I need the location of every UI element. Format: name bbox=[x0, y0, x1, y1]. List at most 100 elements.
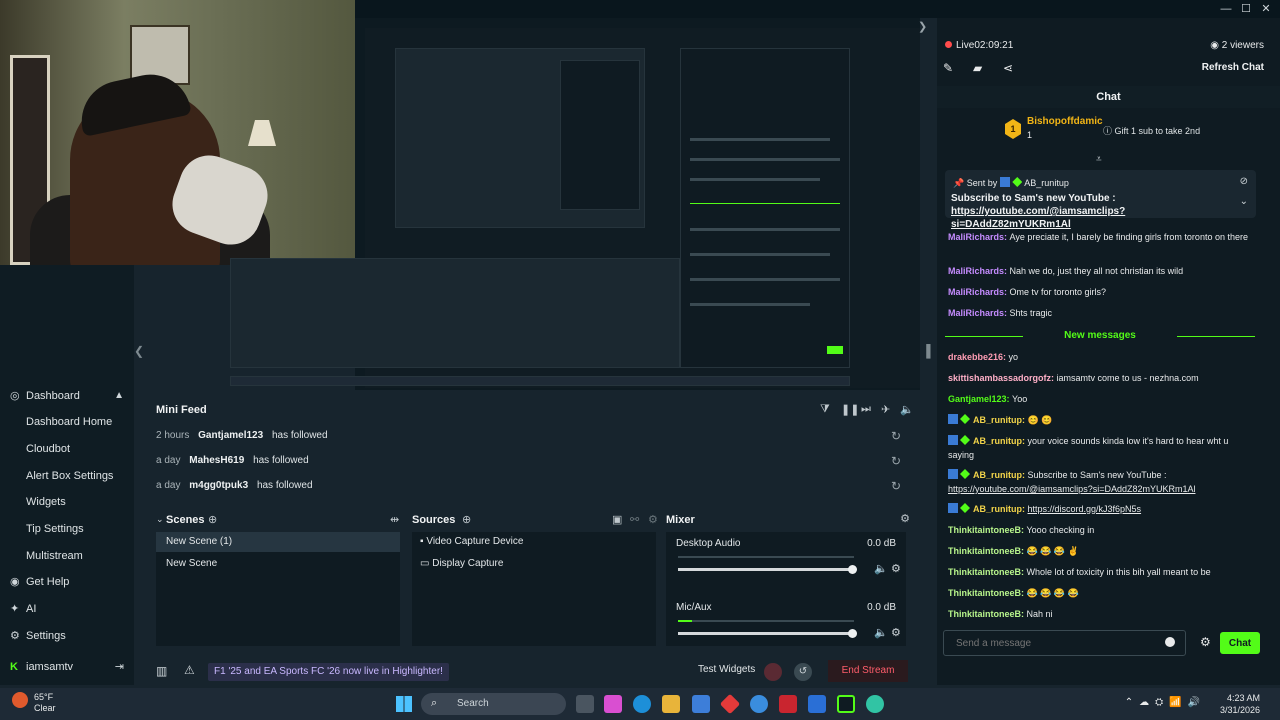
chat-username[interactable]: AB_runitup: bbox=[973, 415, 1028, 425]
app-icon[interactable] bbox=[719, 693, 741, 715]
stream-preview[interactable] bbox=[230, 18, 920, 390]
chat-username[interactable]: MaliRichards: bbox=[948, 287, 1010, 297]
source-item[interactable]: ▭ Display Capture bbox=[420, 558, 503, 569]
task-view-icon[interactable] bbox=[576, 695, 594, 713]
sidebar-user[interactable]: K iamsamtv ⇥ bbox=[0, 654, 134, 680]
link-icon[interactable]: ⚯ bbox=[630, 513, 639, 526]
chat-username[interactable]: Gantjamel123: bbox=[948, 394, 1012, 404]
source-item[interactable]: ▪ Video Capture Device bbox=[420, 536, 523, 547]
chat-username[interactable]: ThinkitaintoneeB: bbox=[948, 525, 1027, 535]
filter-icon[interactable]: ⧩ bbox=[820, 403, 830, 416]
gear-icon[interactable]: ⚙ bbox=[891, 562, 901, 575]
sidebar-item-ai[interactable]: ✦ AI bbox=[0, 596, 134, 622]
gear-icon[interactable]: ⚙ bbox=[891, 626, 901, 639]
chat-username[interactable]: ThinkitaintoneeB: bbox=[948, 588, 1027, 598]
settings-icon[interactable]: ⚙ bbox=[648, 513, 658, 526]
clock[interactable]: 4:23 AM 3/31/2026 bbox=[1220, 692, 1260, 716]
copilot-icon[interactable] bbox=[604, 695, 622, 713]
scene-transition-icon[interactable]: ⇹ bbox=[390, 513, 399, 526]
sidebar-item-settings[interactable]: ⚙ Settings bbox=[0, 623, 134, 649]
maximize-button[interactable]: ☐ bbox=[1236, 2, 1256, 16]
record-button[interactable] bbox=[764, 663, 782, 681]
speaker-icon[interactable]: 🔈 bbox=[874, 562, 888, 575]
add-scene-icon[interactable]: ⊕ bbox=[208, 513, 217, 526]
streamlabs-icon[interactable] bbox=[837, 695, 855, 713]
edit-icon[interactable]: ✎ bbox=[943, 61, 953, 75]
test-widgets-label[interactable]: Test Widgets bbox=[698, 664, 755, 675]
chat-username[interactable]: AB_runitup: bbox=[973, 470, 1028, 480]
replay-icon[interactable]: ↻ bbox=[891, 475, 901, 497]
chat-username[interactable]: drakebbe216: bbox=[948, 352, 1009, 362]
chat-username[interactable]: AB_runitup: bbox=[973, 436, 1028, 446]
resize-handle-icon[interactable]: ▐ bbox=[922, 344, 931, 358]
chevron-down-icon[interactable]: ⌄ bbox=[156, 514, 164, 525]
file-explorer-icon[interactable] bbox=[662, 695, 680, 713]
minimize-button[interactable]: — bbox=[1216, 2, 1236, 16]
close-button[interactable]: ✕ bbox=[1256, 2, 1276, 16]
chat-message-input[interactable] bbox=[943, 630, 1186, 656]
share-icon[interactable]: ⋖ bbox=[1003, 61, 1013, 75]
chat-settings-icon[interactable]: ⚙ bbox=[1200, 635, 1211, 649]
system-tray[interactable]: ⌃☁⛭📶🔊 bbox=[1125, 697, 1206, 708]
replay-icon[interactable]: ↻ bbox=[891, 450, 901, 472]
windows-start-icon[interactable] bbox=[396, 696, 412, 712]
end-stream-button[interactable]: End Stream bbox=[828, 660, 908, 682]
taskbar-search[interactable]: Search bbox=[421, 693, 566, 715]
refresh-chat-button[interactable]: Refresh Chat bbox=[1202, 62, 1264, 73]
replay-buffer-icon[interactable]: ↺ bbox=[794, 663, 812, 681]
chat-username[interactable]: MaliRichards: bbox=[948, 308, 1010, 318]
chevron-up-icon[interactable]: ▲ bbox=[114, 383, 124, 409]
sidebar-item-tip-settings[interactable]: Tip Settings bbox=[0, 516, 134, 542]
stats-icon[interactable]: ▥ bbox=[156, 664, 167, 678]
alert-icon[interactable]: ⚠ bbox=[184, 663, 195, 677]
chrome-icon[interactable] bbox=[750, 695, 768, 713]
chat-username[interactable]: ThinkitaintoneeB: bbox=[948, 546, 1027, 556]
weather-widget[interactable]: 65°F Clear bbox=[10, 692, 70, 714]
sidebar-item-cloudbot[interactable]: Cloudbot bbox=[0, 436, 134, 462]
scene-item[interactable]: New Scene (1) bbox=[156, 532, 400, 552]
highlighter-banner[interactable]: F1 '25 and EA Sports FC '26 now live in … bbox=[208, 663, 449, 681]
collapse-left-icon[interactable]: ❮ bbox=[134, 344, 144, 358]
sidebar-item-alert-box-settings[interactable]: Alert Box Settings bbox=[0, 463, 134, 489]
expand-icon[interactable]: ⩡ bbox=[1096, 154, 1102, 165]
volume-slider[interactable] bbox=[678, 565, 857, 574]
slider-knob[interactable] bbox=[848, 565, 857, 574]
slider-knob[interactable] bbox=[848, 629, 857, 638]
sidebar-item-multistream[interactable]: Multistream bbox=[0, 543, 134, 569]
unpin-icon[interactable]: ⊘ bbox=[1240, 176, 1248, 187]
sidebar-item-get-help[interactable]: ◉ Get Help bbox=[0, 569, 134, 595]
logout-icon[interactable]: ⇥ bbox=[115, 654, 124, 680]
collapse-chat-icon[interactable]: ❯ bbox=[918, 20, 934, 36]
add-source-icon[interactable]: ⊕ bbox=[462, 513, 471, 526]
speaker-icon[interactable]: 🔈 bbox=[874, 626, 888, 639]
app-icon[interactable] bbox=[866, 695, 884, 713]
replay-icon[interactable]: ↻ bbox=[891, 425, 901, 447]
chat-send-button[interactable]: Chat bbox=[1220, 632, 1260, 654]
chat-username[interactable]: AB_runitup: bbox=[973, 504, 1028, 514]
mixer-settings-icon[interactable]: ⚙ bbox=[900, 512, 910, 525]
mute-alerts-icon[interactable]: ✈ bbox=[881, 403, 890, 416]
chat-link[interactable]: https://youtube.com/@iamsamclips?si=DAdd… bbox=[948, 484, 1195, 494]
app-icon[interactable] bbox=[808, 695, 826, 713]
volume-icon[interactable]: 🔈 bbox=[900, 403, 914, 416]
emoji-icon[interactable] bbox=[1165, 637, 1175, 647]
sidebar-item-widgets[interactable]: Widgets bbox=[0, 489, 134, 515]
app-icon[interactable] bbox=[779, 695, 797, 713]
chat-username[interactable]: MaliRichards: bbox=[948, 232, 1010, 242]
chat-username[interactable]: MaliRichards: bbox=[948, 266, 1010, 276]
sidebar-item-dashboard-home[interactable]: Dashboard Home bbox=[0, 409, 134, 435]
scene-item[interactable]: New Scene bbox=[156, 554, 400, 574]
chat-link[interactable]: https://discord.gg/kJ3f6pN5s bbox=[1028, 504, 1142, 514]
pause-icon[interactable]: ❚❚ bbox=[841, 403, 859, 416]
store-icon[interactable] bbox=[692, 695, 710, 713]
chat-username[interactable]: skittishambassadorgofz: bbox=[948, 373, 1057, 383]
skip-icon[interactable]: ⏭ bbox=[861, 403, 871, 416]
pinned-link[interactable]: https://youtube.com/@iamsamclips?si=DAdd… bbox=[951, 205, 1235, 231]
sidebar-item-dashboard[interactable]: ◎ Dashboard ▲ bbox=[0, 383, 134, 409]
chat-username[interactable]: ThinkitaintoneeB: bbox=[948, 609, 1027, 619]
volume-slider[interactable] bbox=[678, 629, 857, 638]
edge-icon[interactable] bbox=[633, 695, 651, 713]
group-icon[interactable]: ▣ bbox=[612, 513, 622, 526]
chevron-down-icon[interactable]: ⌄ bbox=[1240, 196, 1248, 207]
chat-username[interactable]: ThinkitaintoneeB: bbox=[948, 567, 1027, 577]
